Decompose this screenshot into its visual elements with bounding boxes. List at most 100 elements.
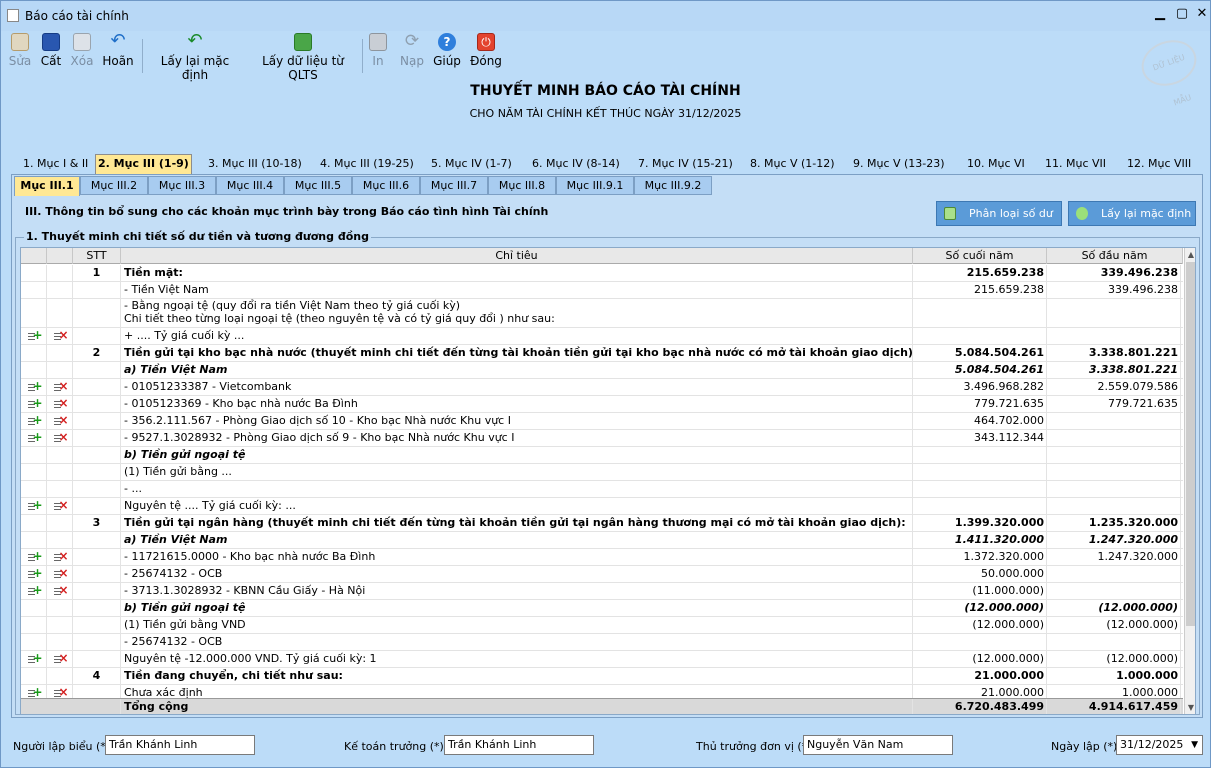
scroll-up-icon[interactable]: ▲ <box>1185 248 1195 261</box>
subtab-3-6[interactable]: Mục III.6 <box>352 176 420 195</box>
maximize-icon[interactable]: ▢ <box>1173 7 1191 23</box>
table-row[interactable]: + .... Tỷ giá cuối kỳ ... <box>21 328 1183 345</box>
table-row[interactable]: 4 Tiền đang chuyển, chi tiết như sau: 21.0… <box>21 668 1183 685</box>
table-row[interactable]: - 3713.1.3028932 - KBNN Cầu Giấy - Hà Nộ… <box>21 583 1183 600</box>
delete-row-icon[interactable] <box>53 549 69 564</box>
table-row[interactable]: Nguyên tệ -12.000.000 VND. Tỷ giá cuối k… <box>21 651 1183 668</box>
stt-cell <box>73 328 121 345</box>
undo-button[interactable]: ↶ Hoãn <box>102 32 134 69</box>
tab-muc-4-1-7[interactable]: 5. Mục IV (1-7) <box>429 155 514 175</box>
tab-muc-3-19-25[interactable]: 4. Mục III (19-25) <box>318 155 416 175</box>
tab-muc-5-1-12[interactable]: 8. Mục V (1-12) <box>748 155 837 175</box>
subtab-3-4[interactable]: Mục III.4 <box>216 176 284 195</box>
table-row[interactable]: - Bằng ngoại tệ (quy đổi ra tiền Việt Na… <box>21 299 1183 328</box>
table-row[interactable]: 1 Tiền mặt: 215.659.238 339.496.238 <box>21 265 1183 282</box>
table-row[interactable]: - 25674132 - OCB50.000.000 <box>21 566 1183 583</box>
tab-muc-6[interactable]: 10. Mục VI <box>965 155 1027 175</box>
vertical-scrollbar[interactable]: ▲ ▼ <box>1184 248 1195 714</box>
delete-row-icon[interactable] <box>53 328 69 343</box>
delete-row-icon[interactable] <box>53 566 69 581</box>
table-row[interactable]: a) Tiền Việt Nam 1.411.320.000 1.247.320.0… <box>21 532 1183 549</box>
add-row-icon[interactable] <box>27 498 43 513</box>
fetch-data-button[interactable]: Lấy dữ liệu từ QLTS <box>250 33 356 82</box>
tab-muc-7[interactable]: 11. Mục VII <box>1043 155 1108 175</box>
print-button[interactable]: In <box>369 33 387 68</box>
close-window-icon[interactable]: ✕ <box>1193 7 1211 23</box>
delete-row-icon[interactable] <box>53 396 69 411</box>
subtab-3-9-1[interactable]: Mục III.9.1 <box>556 176 634 195</box>
scroll-down-icon[interactable]: ▼ <box>1185 701 1195 714</box>
table-row[interactable]: 3 Tiền gửi tại ngân hàng (thuyết minh chi… <box>21 515 1183 532</box>
delete-row-icon[interactable] <box>53 430 69 445</box>
subtab-3-1[interactable]: Mục III.1 <box>14 176 80 196</box>
table-row[interactable]: 2 Tiền gửi tại kho bạc nhà nước (thuyết m… <box>21 345 1183 362</box>
help-button[interactable]: ? Giúp <box>433 33 461 68</box>
subtab-3-7[interactable]: Mục III.7 <box>420 176 488 195</box>
table-row[interactable]: - 356.2.111.567 - Phòng Giao dịch số 10 … <box>21 413 1183 430</box>
table-row[interactable]: - 9527.1.3028932 - Phòng Giao dịch số 9 … <box>21 430 1183 447</box>
table-row[interactable]: - 01051233387 - Vietcombank3.496.968.282… <box>21 379 1183 396</box>
table-row[interactable]: b) Tiền gửi ngoại tệ <box>21 447 1183 464</box>
preparer-input[interactable]: Trần Khánh Linh <box>105 735 255 755</box>
header-stt[interactable]: STT <box>73 248 121 264</box>
subtab-3-8[interactable]: Mục III.8 <box>488 176 556 195</box>
delete-button[interactable]: Xóa <box>69 33 95 68</box>
table-row[interactable]: - 11721615.0000 - Kho bạc nhà nước Ba Đì… <box>21 549 1183 566</box>
tab-muc-3-10-18[interactable]: 3. Mục III (10-18) <box>206 155 304 175</box>
table-row[interactable]: (1) Tiền gửi bằng VND (12.000.000) (12.000… <box>21 617 1183 634</box>
subtab-3-3[interactable]: Mục III.3 <box>148 176 216 195</box>
chevron-down-icon[interactable]: ▼ <box>1191 736 1198 754</box>
delete-cell <box>47 396 73 413</box>
delete-row-icon[interactable] <box>53 413 69 428</box>
add-row-icon[interactable] <box>27 549 43 564</box>
tab-muc-8[interactable]: 12. Mục VIII <box>1125 155 1193 175</box>
header-name[interactable]: Chỉ tiêu <box>121 248 913 264</box>
start-of-year-cell <box>1047 447 1181 464</box>
add-row-icon[interactable] <box>27 413 43 428</box>
delete-row-icon[interactable] <box>53 583 69 598</box>
delete-row-icon[interactable] <box>53 379 69 394</box>
delete-row-icon[interactable] <box>53 498 69 513</box>
header-end-of-year[interactable]: Số cuối năm <box>913 248 1047 264</box>
header-start-of-year[interactable]: Số đầu năm <box>1047 248 1183 264</box>
tab-muc-4-15-21[interactable]: 7. Mục IV (15-21) <box>636 155 735 175</box>
add-row-icon[interactable] <box>27 379 43 394</box>
add-row-icon[interactable] <box>27 651 43 666</box>
subtab-3-2[interactable]: Mục III.2 <box>80 176 148 195</box>
close-button[interactable]: ⏻ Đóng <box>470 33 502 68</box>
add-row-icon[interactable] <box>27 396 43 411</box>
table-row[interactable]: b) Tiền gửi ngoại tệ (12.000.000) (12.000.… <box>21 600 1183 617</box>
minimize-icon[interactable]: ▁ <box>1151 7 1169 23</box>
add-row-icon[interactable] <box>27 583 43 598</box>
tab-muc-3-1-9[interactable]: 2. Mục III (1-9) <box>95 154 192 175</box>
save-button[interactable]: Cất <box>39 33 63 68</box>
add-row-icon[interactable] <box>27 566 43 581</box>
total-spacer <box>21 699 121 714</box>
add-row-icon[interactable] <box>27 430 43 445</box>
head-input[interactable]: Nguyễn Văn Nam <box>803 735 953 755</box>
tab-muc-4-8-14[interactable]: 6. Mục IV (8-14) <box>530 155 622 175</box>
table-row[interactable]: - 0105123369 - Kho bạc nhà nước Ba Đình7… <box>21 396 1183 413</box>
delete-row-icon[interactable] <box>53 651 69 666</box>
table-row[interactable]: (1) Tiền gửi bằng ... <box>21 464 1183 481</box>
tab-muc-1-2[interactable]: 1. Mục I & II <box>21 155 90 175</box>
table-row[interactable]: Nguyên tệ .... Tỷ giá cuối kỳ: ... <box>21 498 1183 515</box>
tab-muc-5-13-23[interactable]: 9. Mục V (13-23) <box>851 155 947 175</box>
reset-default-section-button[interactable]: Lấy lại mặc định <box>1068 201 1196 226</box>
reset-default-button[interactable]: ↶ Lấy lại mặc định <box>151 32 239 83</box>
table-row[interactable]: - 25674132 - OCB <box>21 634 1183 651</box>
add-row-icon[interactable] <box>27 328 43 343</box>
table-row[interactable]: - Tiền Việt Nam 215.659.238 339.496.238 <box>21 282 1183 299</box>
scroll-thumb[interactable] <box>1186 262 1195 626</box>
table-row[interactable]: a) Tiền Việt Nam 5.084.504.261 3.338.801.2… <box>21 362 1183 379</box>
start-of-year-cell: (12.000.000) <box>1047 617 1181 634</box>
accountant-input[interactable]: Trần Khánh Linh <box>444 735 594 755</box>
load-button[interactable]: ⟳ Nạp <box>399 33 425 69</box>
subtab-3-9-2[interactable]: Mục III.9.2 <box>634 176 712 195</box>
classify-balance-button[interactable]: Phân loại số dư <box>936 201 1062 226</box>
table-row[interactable]: - ... <box>21 481 1183 498</box>
date-picker[interactable]: 31/12/2025 ▼ <box>1116 735 1203 755</box>
edit-button[interactable]: Sửa <box>7 33 33 68</box>
subtab-3-5[interactable]: Mục III.5 <box>284 176 352 195</box>
start-of-year-cell <box>1047 566 1181 583</box>
